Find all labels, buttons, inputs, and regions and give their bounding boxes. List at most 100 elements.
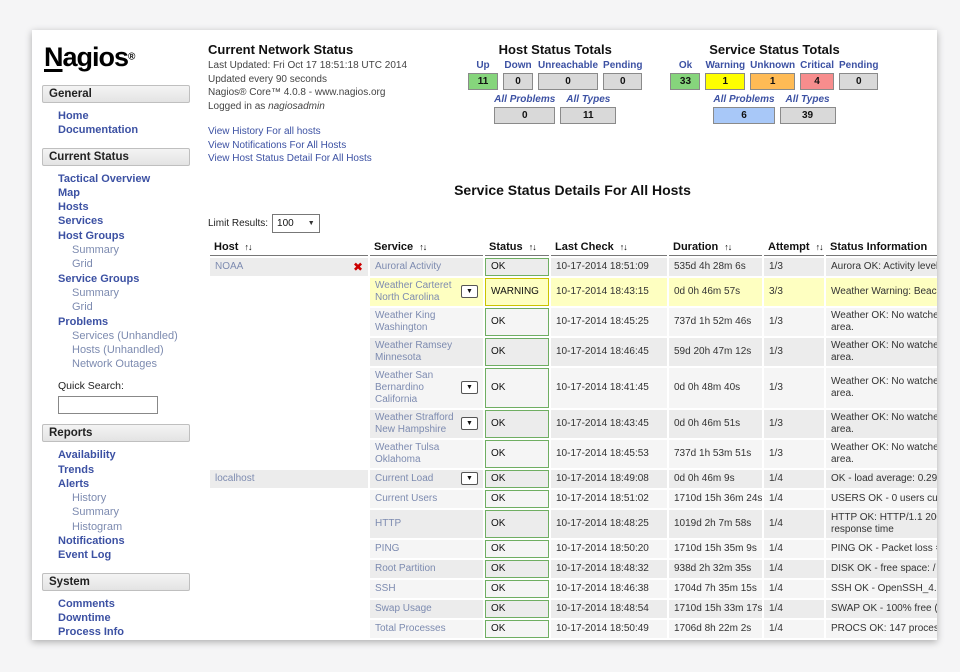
column-header-label[interactable]: Host bbox=[214, 241, 238, 253]
status-cell: OK bbox=[485, 560, 549, 578]
sidebar-item-summary[interactable]: Summary bbox=[42, 286, 200, 300]
service-link-weather-ramsey-minnesota[interactable]: Weather Ramsey Minnesota bbox=[375, 340, 478, 364]
service-link-total-processes[interactable]: Total Processes bbox=[375, 623, 478, 635]
sidebar-item-histogram[interactable]: Histogram bbox=[42, 520, 200, 534]
sort-arrows-icon[interactable]: ↑↓ bbox=[620, 242, 627, 252]
totals-label-all-problems[interactable]: All Problems bbox=[713, 94, 774, 105]
link-view-host-status-detail-for-all-hosts[interactable]: View Host Status Detail For All Hosts bbox=[208, 152, 460, 166]
service-link-swap-usage[interactable]: Swap Usage bbox=[375, 603, 478, 615]
sidebar-item-event-log[interactable]: Event Log bbox=[42, 548, 200, 562]
service-actions-dropdown[interactable]: ▼ bbox=[461, 417, 478, 430]
nagios-logo[interactable]: Nagios® bbox=[44, 42, 200, 73]
column-header-label[interactable]: Attempt bbox=[768, 241, 810, 253]
service-link-weather-carteret-north-carolina[interactable]: Weather Carteret North Carolina bbox=[375, 280, 458, 304]
totals-label-all-types[interactable]: All Types bbox=[786, 94, 830, 105]
link-view-history-for-all-hosts[interactable]: View History For all hosts bbox=[208, 125, 460, 139]
service-actions-dropdown[interactable]: ▼ bbox=[461, 472, 478, 485]
totals-label-unreachable[interactable]: Unreachable bbox=[538, 60, 598, 71]
host-link-noaa[interactable]: NOAA bbox=[215, 261, 243, 273]
attempt-cell: 1/4 bbox=[764, 580, 824, 598]
chevron-down-icon: ▼ bbox=[308, 220, 315, 227]
service-link-weather-tulsa-oklahoma[interactable]: Weather Tulsa Oklahoma bbox=[375, 442, 478, 466]
sidebar-item-summary[interactable]: Summary bbox=[42, 505, 200, 519]
totals-label-unknown[interactable]: Unknown bbox=[750, 60, 795, 71]
sort-arrows-icon[interactable]: ↑↓ bbox=[419, 242, 426, 252]
service-actions-dropdown[interactable]: ▼ bbox=[461, 285, 478, 298]
sidebar-item-problems[interactable]: Problems bbox=[42, 315, 200, 329]
totals-label-pending[interactable]: Pending bbox=[603, 60, 642, 71]
service-link-weather-strafford-new-hampshire[interactable]: Weather Strafford New Hampshire bbox=[375, 412, 458, 436]
table-row: Weather Carteret North Carolina ▼ WARNIN… bbox=[210, 278, 937, 306]
column-header-label[interactable]: Last Check bbox=[555, 241, 614, 253]
sidebar-item-map[interactable]: Map bbox=[42, 186, 200, 200]
table-row: SSH OK 10-17-2014 18:46:38 1704d 7h 35m … bbox=[210, 580, 937, 598]
sort-arrows-icon[interactable]: ↑↓ bbox=[529, 242, 536, 252]
column-header-label[interactable]: Status Information bbox=[830, 241, 927, 253]
totals-label-warning[interactable]: Warning bbox=[705, 60, 745, 71]
totals-count-up: 11 bbox=[468, 73, 498, 90]
host-cell bbox=[210, 440, 368, 468]
totals-label-up[interactable]: Up bbox=[476, 60, 489, 71]
service-link-weather-san-bernardino-california[interactable]: Weather San Bernardino California bbox=[375, 370, 458, 406]
totals-label-ok[interactable]: Ok bbox=[679, 60, 692, 71]
column-header-label[interactable]: Status bbox=[489, 241, 523, 253]
sidebar-item-history[interactable]: History bbox=[42, 491, 200, 505]
status-information-line: area. bbox=[831, 388, 937, 400]
sidebar-item-trends[interactable]: Trends bbox=[42, 463, 200, 477]
sidebar-item-host-groups[interactable]: Host Groups bbox=[42, 229, 200, 243]
sidebar-section-items: CommentsDowntimeProcess InfoPerformance … bbox=[42, 597, 200, 640]
service-actions-dropdown[interactable]: ▼ bbox=[461, 381, 478, 394]
sidebar-item-tactical-overview[interactable]: Tactical Overview bbox=[42, 172, 200, 186]
sidebar-item-process-info[interactable]: Process Info bbox=[42, 625, 200, 639]
service-link-current-users[interactable]: Current Users bbox=[375, 493, 478, 505]
sort-arrows-icon[interactable]: ↑↓ bbox=[724, 242, 731, 252]
service-link-root-partition[interactable]: Root Partition bbox=[375, 563, 478, 575]
column-header-label[interactable]: Service bbox=[374, 241, 413, 253]
attempt-cell: 1/3 bbox=[764, 410, 824, 438]
totals-label-all-problems[interactable]: All Problems bbox=[494, 94, 555, 105]
service-link-ssh[interactable]: SSH bbox=[375, 583, 478, 595]
sort-arrows-icon[interactable]: ↑↓ bbox=[816, 242, 823, 252]
status-information-cell: USERS OK - 0 users currently logge bbox=[826, 490, 937, 508]
sidebar-item-availability[interactable]: Availability bbox=[42, 448, 200, 462]
service-link-current-load[interactable]: Current Load bbox=[375, 473, 458, 485]
logo-rest: agios bbox=[63, 42, 129, 72]
host-link-localhost[interactable]: localhost bbox=[215, 473, 254, 485]
sidebar-item-summary[interactable]: Summary bbox=[42, 243, 200, 257]
column-header-label[interactable]: Duration bbox=[673, 241, 718, 253]
sidebar-item-comments[interactable]: Comments bbox=[42, 597, 200, 611]
sort-arrows-icon[interactable]: ↑↓ bbox=[245, 242, 252, 252]
sidebar-item-hosts-unhandled[interactable]: Hosts (Unhandled) bbox=[42, 343, 200, 357]
limit-results-select[interactable]: 100 ▼ bbox=[272, 214, 320, 233]
link-view-notifications-for-all-hosts[interactable]: View Notifications For All Hosts bbox=[208, 139, 460, 153]
sidebar-item-documentation[interactable]: Documentation bbox=[42, 123, 200, 137]
service-link-auroral-activity[interactable]: Auroral Activity bbox=[375, 261, 478, 273]
sidebar-item-service-groups[interactable]: Service Groups bbox=[42, 272, 200, 286]
service-link-ping[interactable]: PING bbox=[375, 543, 478, 555]
host-cell bbox=[210, 368, 368, 408]
service-link-weather-king-washington[interactable]: Weather King Washington bbox=[375, 310, 478, 334]
sidebar-section-title: Current Status bbox=[49, 151, 129, 163]
status-information-cell: Weather OK: No watches or warninarea. bbox=[826, 308, 937, 336]
sidebar-item-hosts[interactable]: Hosts bbox=[42, 200, 200, 214]
sidebar-item-notifications[interactable]: Notifications bbox=[42, 534, 200, 548]
totals-label-down[interactable]: Down bbox=[504, 60, 531, 71]
service-link-http[interactable]: HTTP bbox=[375, 518, 478, 530]
sidebar-item-downtime[interactable]: Downtime bbox=[42, 611, 200, 625]
totals-label-pending[interactable]: Pending bbox=[839, 60, 878, 71]
sidebar-section-title: System bbox=[49, 576, 90, 588]
sidebar-item-grid[interactable]: Grid bbox=[42, 300, 200, 314]
quick-search-input[interactable] bbox=[58, 396, 158, 414]
totals-label-critical[interactable]: Critical bbox=[800, 60, 834, 71]
sidebar-item-services[interactable]: Services bbox=[42, 214, 200, 228]
sidebar-item-grid[interactable]: Grid bbox=[42, 257, 200, 271]
sidebar-item-services-unhandled[interactable]: Services (Unhandled) bbox=[42, 329, 200, 343]
status-information-cell: Weather OK: No watches or warninarea. bbox=[826, 338, 937, 366]
sidebar-item-home[interactable]: Home bbox=[42, 109, 200, 123]
totals-column: Pending 0 bbox=[839, 60, 878, 90]
sidebar-item-network-outages[interactable]: Network Outages bbox=[42, 357, 200, 371]
sidebar-item-alerts[interactable]: Alerts bbox=[42, 477, 200, 491]
host-problem-x-icon[interactable]: ✖ bbox=[353, 260, 363, 274]
totals-label-all-types[interactable]: All Types bbox=[566, 94, 610, 105]
totals-column: Unreachable 0 bbox=[538, 60, 598, 90]
